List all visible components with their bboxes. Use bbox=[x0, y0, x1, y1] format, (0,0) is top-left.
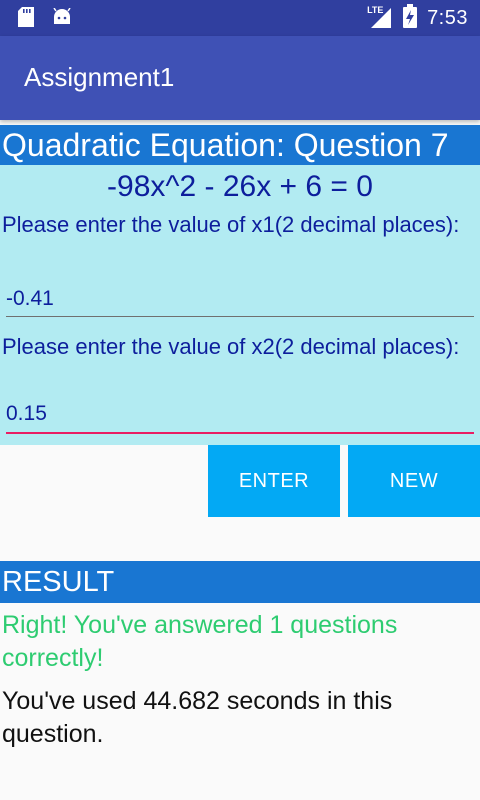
result-header-label: RESULT bbox=[2, 566, 115, 598]
app-bar: Assignment1 bbox=[0, 36, 480, 120]
x2-input[interactable] bbox=[6, 396, 474, 432]
app-title: Assignment1 bbox=[24, 62, 175, 92]
enter-button[interactable]: ENTER bbox=[208, 445, 340, 517]
equation-label: -98x^2 - 26x + 6 = 0 bbox=[107, 170, 373, 203]
question-header: Quadratic Equation: Question 7 bbox=[0, 125, 480, 165]
x2-prompt: Please enter the value of x2(2 decimal p… bbox=[2, 334, 460, 359]
battery-charging-icon bbox=[403, 3, 418, 33]
x1-input-underline bbox=[6, 316, 474, 317]
x2-input-underline bbox=[6, 432, 474, 434]
x1-prompt: Please enter the value of x1(2 decimal p… bbox=[2, 212, 460, 237]
android-icon bbox=[52, 7, 72, 31]
new-button[interactable]: NEW bbox=[348, 445, 480, 517]
result-message: Right! You've answered 1 questions corre… bbox=[2, 611, 398, 672]
clock: 7:53 bbox=[427, 6, 468, 29]
question-header-label: Quadratic Equation: Question 7 bbox=[2, 127, 449, 163]
signal-icon: LTE bbox=[365, 5, 393, 30]
question-panel: -98x^2 - 26x + 6 = 0 Please enter the va… bbox=[0, 165, 480, 445]
time-message: You've used 44.682 seconds in this quest… bbox=[2, 687, 393, 748]
sd-card-icon bbox=[18, 7, 34, 32]
x1-input[interactable] bbox=[6, 281, 474, 317]
result-header: RESULT bbox=[0, 561, 480, 603]
status-bar: LTE 7:53 bbox=[0, 0, 480, 36]
